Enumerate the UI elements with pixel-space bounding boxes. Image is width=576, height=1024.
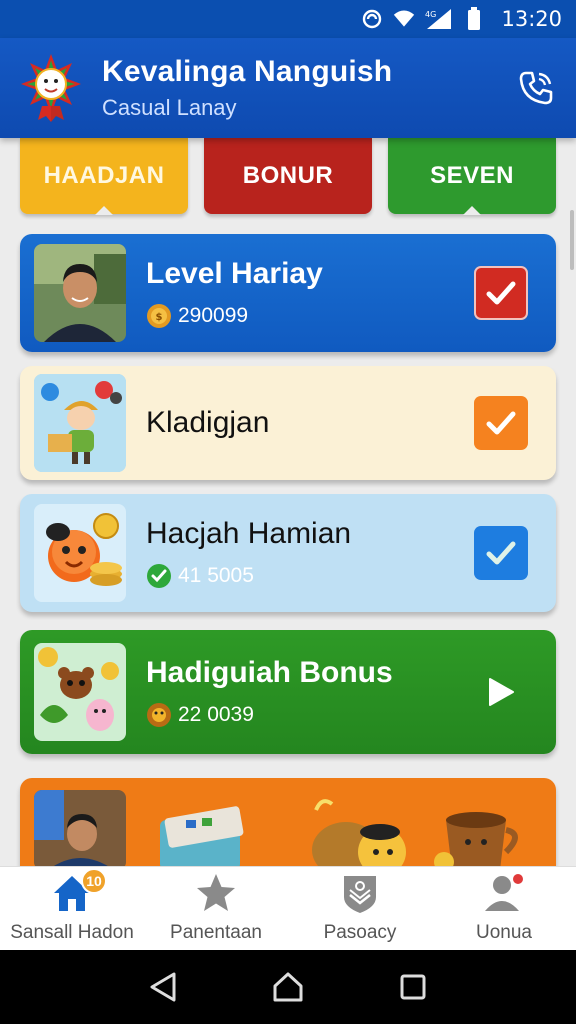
recents-icon	[400, 974, 426, 1000]
list-item-promo[interactable]	[20, 778, 556, 878]
list-item-level-hariay[interactable]: Level Hariay $ 290099	[20, 234, 556, 352]
signal-icon: 4G	[425, 8, 453, 30]
bottom-navigation: 10 Sansall Hadon Panentaan Pasoacy Uonua	[0, 866, 576, 950]
notification-badge: 10	[81, 868, 107, 894]
app-title: Kevalinga Nanguish	[102, 55, 393, 88]
coin-icon	[147, 703, 171, 727]
check-circle-icon	[147, 564, 171, 588]
game-thumbnail	[34, 374, 126, 472]
recents-button[interactable]	[393, 967, 433, 1007]
home-outline-icon	[273, 972, 303, 1002]
coin-icon: $	[147, 304, 171, 328]
app-header: Kevalinga Nanguish Casual Lanay	[0, 38, 576, 138]
checkbox[interactable]	[474, 396, 528, 450]
system-navigation-bar	[0, 950, 576, 1024]
promo-illustrations	[160, 799, 518, 878]
nav-item-pasoacy[interactable]: Pasoacy	[288, 867, 432, 950]
home-icon: 10	[49, 868, 107, 916]
back-icon	[150, 972, 176, 1002]
play-button[interactable]	[482, 674, 518, 710]
card-stat-value: 22 0039	[178, 703, 254, 726]
game-thumbnail	[34, 643, 126, 741]
battery-icon	[463, 7, 485, 30]
wifi-icon	[393, 8, 415, 30]
nav-item-home[interactable]: 10 Sansall Hadon	[0, 867, 144, 950]
scrollbar[interactable]	[570, 210, 574, 270]
nav-item-panentaan[interactable]: Panentaan	[144, 867, 288, 950]
status-bar: 4G 13:20	[0, 0, 576, 38]
home-button[interactable]	[268, 967, 308, 1007]
tab-seven[interactable]: SEVEN	[388, 138, 556, 215]
list-item-hadiguiah-bonus[interactable]: Hadiguiah Bonus 22 0039	[20, 630, 556, 754]
call-button[interactable]	[516, 68, 556, 108]
shield-icon	[337, 870, 383, 916]
status-time: 13:20	[501, 7, 562, 31]
list-item-kladigjan[interactable]: Kladigjan	[20, 366, 556, 480]
back-button[interactable]	[143, 967, 183, 1007]
notification-dot	[513, 874, 523, 884]
checkmark-icon	[486, 541, 516, 565]
star-icon	[193, 870, 239, 916]
checkbox[interactable]	[474, 526, 528, 580]
tab-bonur[interactable]: BONUR	[204, 138, 372, 214]
app-subtitle: Casual Lanay	[102, 95, 237, 120]
tab-label: SEVEN	[430, 162, 514, 189]
avatar	[34, 790, 126, 870]
svg-text:$: $	[156, 312, 163, 323]
nav-item-uonua[interactable]: Uonua	[432, 867, 576, 950]
nav-label: Pasoacy	[323, 922, 397, 943]
checkbox[interactable]	[474, 266, 528, 320]
sync-icon	[361, 8, 383, 30]
nav-label: Panentaan	[170, 922, 262, 943]
tab-haadjan[interactable]: HAADJAN	[20, 138, 188, 215]
card-stat-value: 41 5005	[178, 564, 254, 587]
avatar	[34, 244, 126, 342]
nav-label: Sansall Hadon	[10, 922, 134, 943]
card-stat-value: 290099	[178, 304, 249, 327]
network-type-label: 4G	[425, 10, 436, 19]
game-thumbnail	[34, 504, 126, 602]
checkmark-icon	[486, 281, 516, 305]
list-item-hacjah-hamian[interactable]: Hacjah Hamian 41 5005	[20, 494, 556, 612]
nav-label: Uonua	[476, 922, 532, 943]
category-tabs: HAADJAN BONUR SEVEN	[20, 138, 556, 215]
app-logo	[20, 54, 82, 122]
tab-label: HAADJAN	[43, 162, 165, 189]
person-icon	[481, 870, 527, 916]
phone-icon	[519, 71, 553, 105]
checkmark-icon	[486, 411, 516, 435]
tab-label: BONUR	[242, 162, 334, 189]
